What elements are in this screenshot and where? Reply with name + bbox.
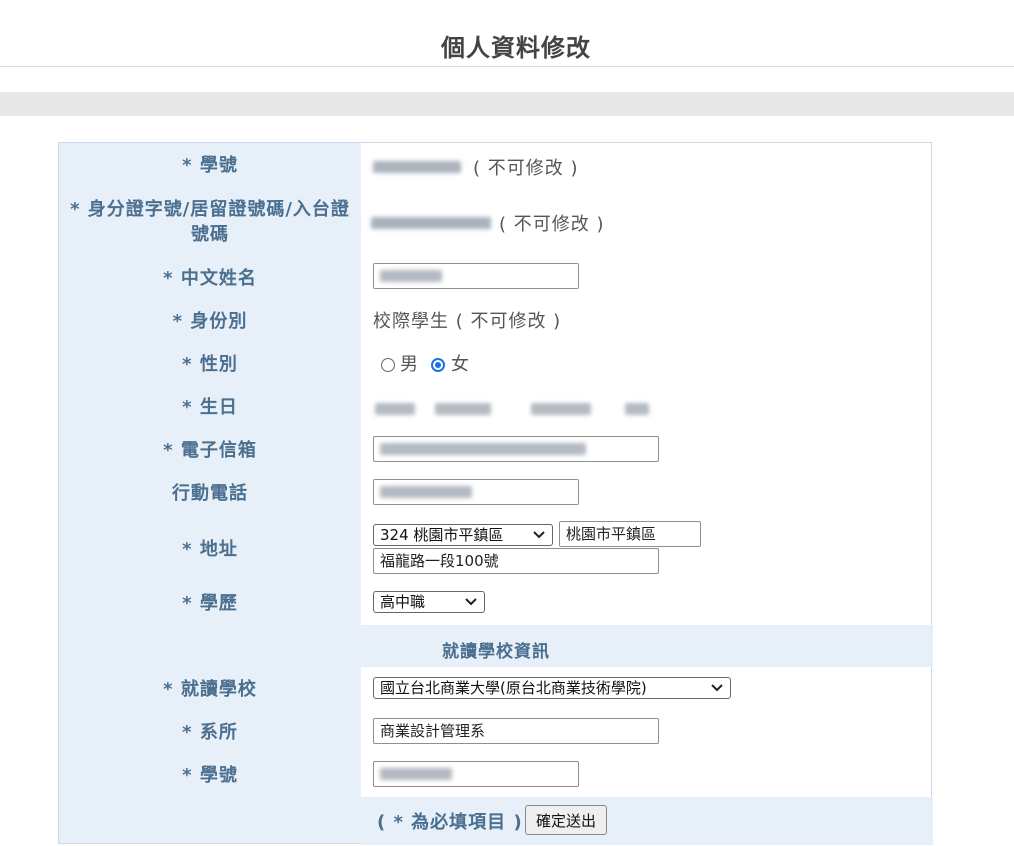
department-input-value: 商業設計管理系 — [380, 722, 486, 740]
identity-value: 校際學生 ( 不可修改 ) — [373, 311, 562, 332]
chinese-name-value-redacted — [380, 268, 446, 284]
chinese-name-input[interactable] — [373, 263, 579, 289]
email-label: * 電子信箱 — [163, 440, 257, 461]
id-number-value-redacted — [371, 213, 493, 233]
gender-female-label[interactable]: 女 — [451, 354, 470, 376]
school-select[interactable]: 國立台北商業大學(原台北商業技術學院) — [373, 677, 731, 699]
chevron-down-icon — [711, 684, 723, 692]
student-id-note: ( 不可修改 ) — [473, 158, 579, 179]
education-label: * 學歷 — [182, 593, 238, 614]
gender-female-radio[interactable] — [431, 358, 445, 372]
header-band — [0, 92, 1014, 116]
gender-male-label[interactable]: 男 — [400, 354, 419, 376]
gender-label: * 性別 — [182, 354, 238, 375]
address-label: * 地址 — [182, 539, 238, 560]
email-value-redacted — [380, 441, 590, 457]
mobile-label: 行動電話 — [172, 483, 248, 504]
school-select-value: 國立台北商業大學(原台北商業技術學院) — [380, 679, 647, 697]
department-label: * 系所 — [182, 722, 238, 743]
submit-button[interactable]: 確定送出 — [525, 805, 608, 835]
school-student-no-value-redacted — [380, 766, 456, 782]
district-input-value: 桃園市平鎮區 — [566, 525, 657, 543]
mobile-value-redacted — [380, 484, 476, 500]
student-id-label: * 學號 — [182, 155, 238, 176]
department-input[interactable]: 商業設計管理系 — [373, 718, 659, 744]
school-section-title: 就讀學校資訊 — [442, 642, 550, 662]
birthday-label: * 生日 — [182, 397, 238, 418]
student-id-value-redacted — [373, 157, 465, 177]
email-input[interactable] — [373, 436, 659, 462]
education-select[interactable]: 高中職 — [373, 591, 485, 613]
school-student-no-label: * 學號 — [182, 765, 238, 786]
zip-district-select-value: 324 桃園市平鎮區 — [380, 526, 504, 544]
street-input[interactable]: 福龍路一段100號 — [373, 548, 659, 574]
birthday-value-redacted — [375, 399, 655, 419]
street-input-value: 福龍路一段100號 — [380, 552, 499, 570]
zip-district-select[interactable]: 324 桃園市平鎮區 — [373, 524, 553, 546]
title-divider — [0, 66, 1014, 67]
chevron-down-icon — [465, 598, 477, 606]
identity-label: * 身份別 — [172, 311, 248, 332]
education-select-value: 高中職 — [380, 593, 426, 611]
page-title: 個人資料修改 — [441, 34, 591, 62]
district-input[interactable]: 桃園市平鎮區 — [559, 521, 701, 547]
submit-row: ( * 為必填項目 ) 確定送出 — [361, 797, 933, 845]
school-label: * 就讀學校 — [163, 679, 257, 700]
chevron-down-icon — [533, 531, 545, 539]
id-number-label-line1: * 身分證字號/居留證號碼/入台證 — [70, 199, 350, 220]
required-note: ( * 為必填項目 ) — [377, 812, 523, 833]
profile-form: * 學號 ( 不可修改 ) * 身分證字號/居留證號碼/入台證 號碼 ( 不可修… — [58, 142, 933, 845]
id-number-label-line2: 號碼 — [191, 224, 229, 245]
chinese-name-label: * 中文姓名 — [163, 268, 257, 289]
id-number-note: ( 不可修改 ) — [499, 214, 605, 235]
school-section-header: 就讀學校資訊 — [361, 625, 933, 667]
school-student-no-input[interactable] — [373, 761, 579, 787]
gender-male-radio[interactable] — [381, 358, 395, 372]
mobile-input[interactable] — [373, 479, 579, 505]
